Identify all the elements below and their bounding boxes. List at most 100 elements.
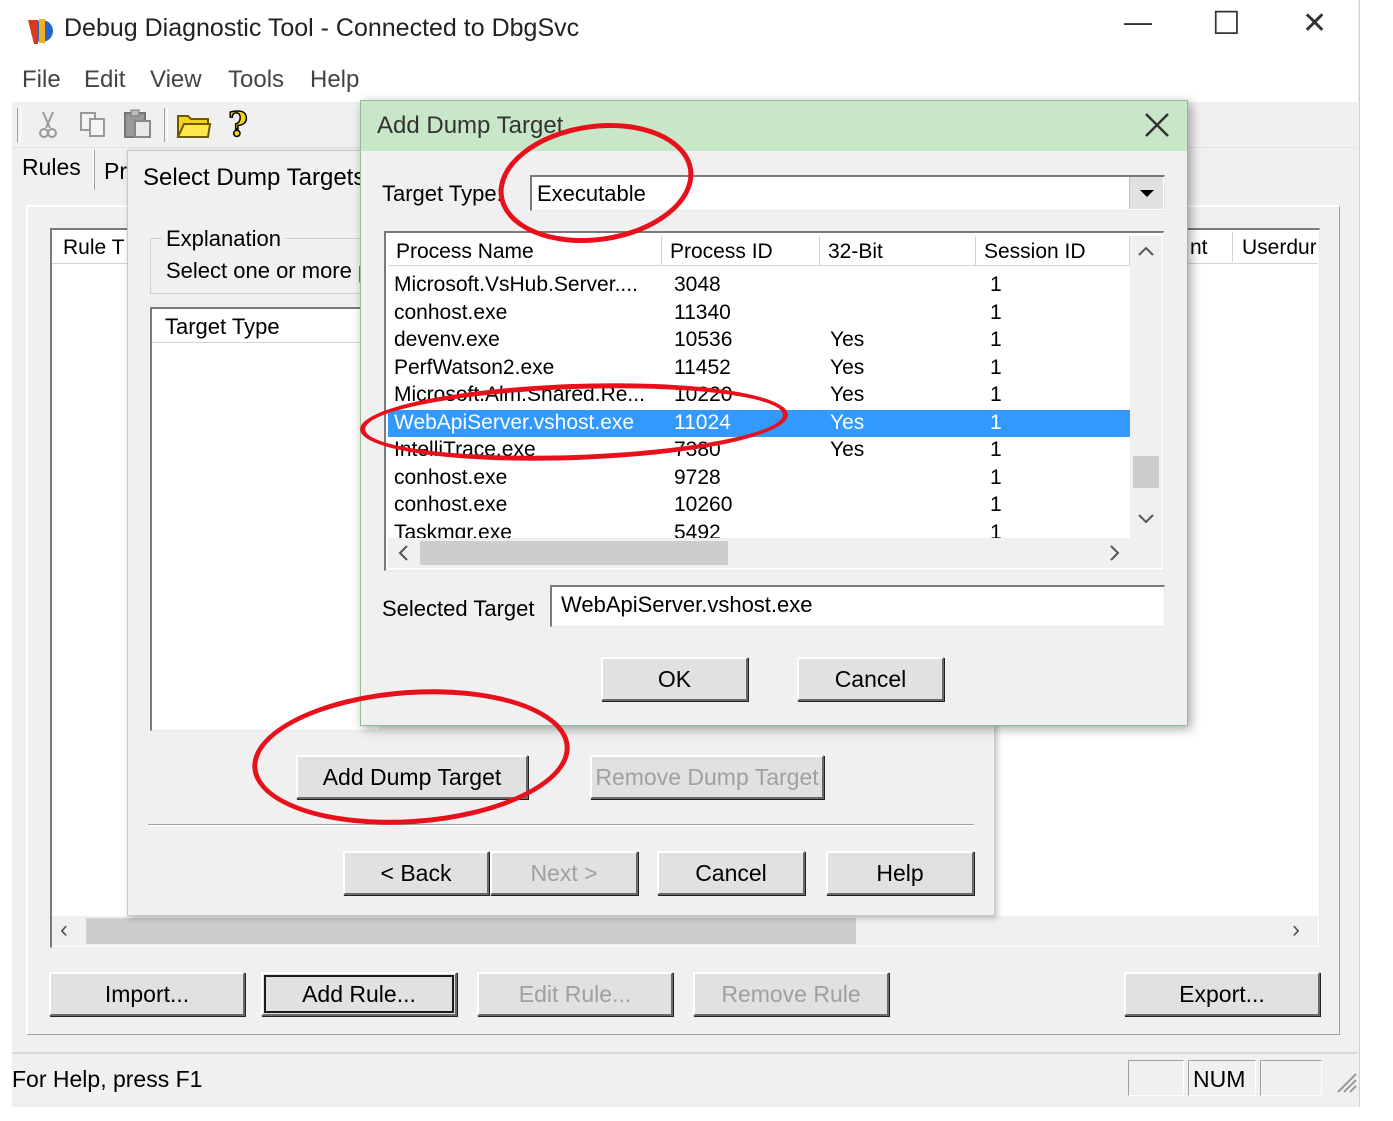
help-icon[interactable]: ? [226, 104, 252, 146]
open-folder-icon[interactable] [176, 110, 212, 140]
close-icon[interactable] [1142, 110, 1172, 140]
process-id-cell: 10536 [674, 328, 733, 351]
column-header-32-bit[interactable]: 32-Bit [820, 236, 976, 266]
session-id-cell: 1 [990, 355, 1002, 379]
ok-button[interactable]: OK [601, 657, 748, 701]
scroll-left-icon[interactable]: ‹ [60, 916, 68, 944]
explanation-text: Select one or more p [166, 258, 371, 283]
process-list-vscrollbar[interactable] [1130, 236, 1162, 538]
cut-icon[interactable] [34, 110, 62, 140]
process-name-cell: conhost.exe [394, 465, 508, 489]
chevron-up-icon[interactable] [1136, 242, 1156, 262]
remove-dump-target-button[interactable]: Remove Dump Target [590, 755, 824, 799]
process-row[interactable]: PerfWatson2.exe 11452 Yes 1 [388, 355, 1130, 383]
next-button[interactable]: Next > [490, 851, 638, 895]
process-name-cell: devenv.exe [394, 328, 500, 351]
maximize-button[interactable]: ☐ [1212, 4, 1241, 42]
process-name-cell: Microsoft.VsHub.Server.... [394, 273, 638, 296]
menu-bar [12, 58, 1358, 102]
rules-list-hscroll-thumb[interactable] [86, 918, 856, 944]
is-32-bit-cell: Yes [830, 383, 865, 406]
process-row[interactable]: IntelliTrace.exe 7380 Yes 1 [388, 437, 1130, 465]
dialog-cancel-button[interactable]: Cancel [797, 657, 944, 701]
minimize-button[interactable]: — [1124, 6, 1152, 38]
back-button[interactable]: < Back [343, 851, 489, 895]
process-id-cell: 10260 [674, 493, 733, 516]
hscroll-thumb[interactable] [420, 541, 728, 565]
svg-text:?: ? [228, 106, 248, 142]
process-row[interactable]: conhost.exe 10260 1 [388, 492, 1130, 520]
dialog-title: Add Dump Target [377, 112, 564, 139]
process-id-cell: 7380 [674, 438, 721, 461]
menu-view[interactable]: View [150, 66, 202, 94]
wizard-cancel-button[interactable]: Cancel [657, 851, 805, 895]
vscroll-thumb[interactable] [1133, 456, 1159, 488]
add-rule-button[interactable]: Add Rule... [261, 972, 457, 1016]
close-window-button[interactable]: ✕ [1302, 6, 1327, 41]
column-header-userdump[interactable]: Userdur [1242, 236, 1316, 260]
status-text: For Help, press F1 [12, 1066, 203, 1092]
process-row[interactable]: Microsoft.Alm.Shared.Re... 10220 Yes 1 [388, 382, 1130, 410]
paste-icon[interactable] [122, 108, 154, 140]
process-name-cell: PerfWatson2.exe [394, 355, 555, 379]
process-row[interactable]: Taskmgr.exe 5492 1 [388, 520, 1130, 539]
target-type-label: Target Type: [382, 181, 503, 206]
process-id-cell: 11452 [674, 355, 731, 379]
import-button[interactable]: Import... [49, 972, 245, 1016]
status-pane [1260, 1060, 1322, 1096]
tab-rules[interactable]: Rules [22, 154, 81, 181]
column-header-session-id[interactable]: Session ID [976, 236, 1130, 266]
menu-tools[interactable]: Tools [228, 66, 284, 94]
process-name-cell: Microsoft.Alm.Shared.Re... [394, 383, 645, 406]
scroll-right-icon[interactable]: › [1292, 916, 1300, 944]
resize-grip-icon[interactable] [1332, 1068, 1358, 1094]
column-header-target-type[interactable]: Target Type [165, 314, 280, 340]
session-id-cell: 1 [990, 493, 1002, 516]
column-header-process-name[interactable]: Process Name [388, 236, 662, 266]
toolbar-separator [17, 108, 21, 142]
session-id-cell: 1 [990, 273, 1002, 296]
process-row[interactable]: conhost.exe 11340 1 [388, 300, 1130, 328]
column-header-process-id[interactable]: Process ID [662, 236, 820, 266]
toolbar-separator [164, 108, 168, 142]
export-button[interactable]: Export... [1124, 972, 1320, 1016]
explanation-label: Explanation [162, 226, 285, 252]
process-row[interactable]: devenv.exe 10536 Yes 1 [388, 327, 1130, 355]
chevron-left-icon[interactable] [394, 543, 414, 563]
menu-edit[interactable]: Edit [84, 66, 125, 94]
wizard-help-button[interactable]: Help [826, 851, 974, 895]
edit-rule-button[interactable]: Edit Rule... [477, 972, 673, 1016]
menu-file[interactable]: File [22, 66, 61, 94]
session-id-cell: 1 [990, 465, 1002, 489]
session-id-cell: 1 [990, 410, 1002, 434]
tab-processes[interactable]: Pr [104, 158, 127, 185]
chevron-right-icon[interactable] [1104, 543, 1124, 563]
add-dump-target-button[interactable]: Add Dump Target [296, 755, 528, 799]
process-name-cell: Taskmgr.exe [394, 520, 512, 539]
status-pane [1128, 1060, 1184, 1096]
chevron-down-icon[interactable] [1136, 508, 1156, 528]
is-32-bit-cell: Yes [830, 328, 865, 351]
remove-rule-button[interactable]: Remove Rule [693, 972, 889, 1016]
menu-help[interactable]: Help [310, 66, 359, 94]
dropdown-button[interactable] [1129, 177, 1163, 209]
process-id-cell: 9728 [674, 465, 721, 489]
process-id-cell: 11340 [674, 300, 731, 324]
process-row[interactable]: WebApiServer.vshost.exe 11024 Yes 1 [388, 409, 1130, 437]
column-divider [1232, 232, 1233, 262]
process-name-cell: conhost.exe [394, 300, 508, 324]
selected-target-label: Selected Target [382, 596, 535, 621]
session-id-cell: 1 [990, 328, 1002, 351]
column-header-count[interactable]: nt [1190, 236, 1208, 260]
is-32-bit-cell: Yes [830, 355, 865, 379]
copy-icon[interactable] [78, 110, 108, 140]
process-row[interactable]: conhost.exe 9728 1 [388, 465, 1130, 493]
window-title: Debug Diagnostic Tool - Connected to Dbg… [64, 14, 580, 42]
tab-divider [93, 150, 95, 190]
session-id-cell: 1 [990, 520, 1002, 539]
column-header-rule-type[interactable]: Rule T [63, 236, 124, 260]
process-id-cell: 5492 [674, 520, 721, 539]
process-row[interactable]: Microsoft.VsHub.Server.... 3048 1 [388, 272, 1130, 300]
target-type-list[interactable] [150, 307, 380, 731]
session-id-cell: 1 [990, 438, 1002, 461]
